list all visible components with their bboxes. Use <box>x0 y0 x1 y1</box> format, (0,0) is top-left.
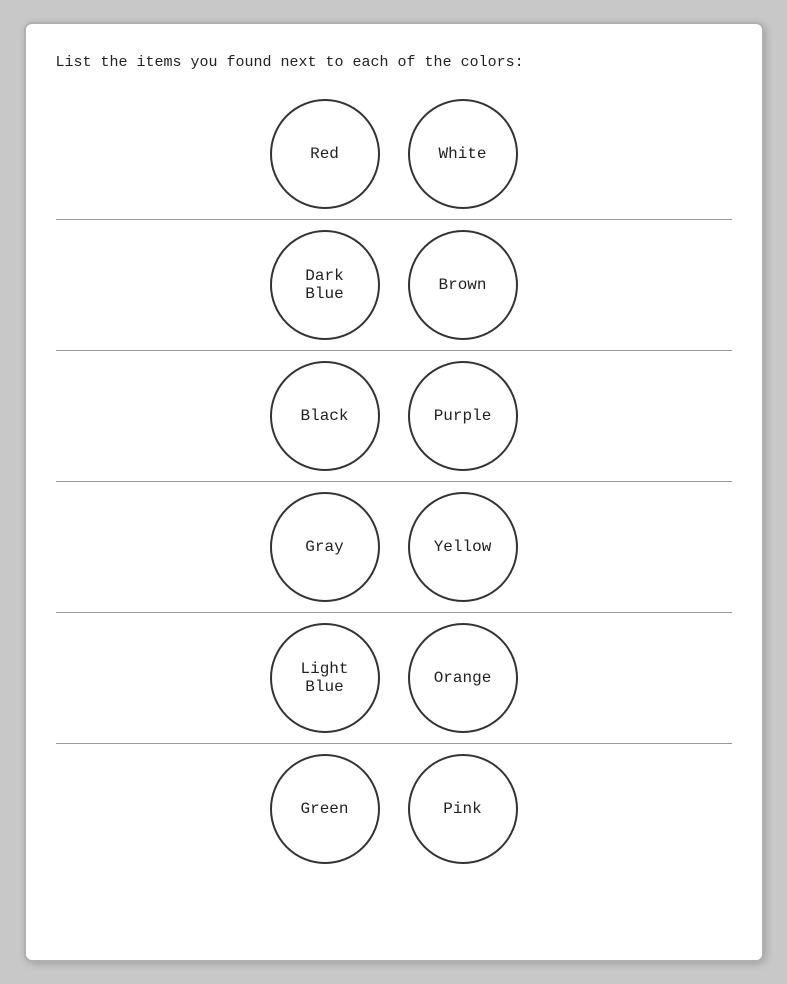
color-row-1: Red White <box>56 89 732 220</box>
color-row-6: Green Pink <box>56 744 732 874</box>
circle-red: Red <box>270 99 380 209</box>
circle-yellow: Yellow <box>408 492 518 602</box>
circle-pink: Pink <box>408 754 518 864</box>
circles-group-6: Green Pink <box>56 754 732 864</box>
color-row-3: Black Purple <box>56 351 732 482</box>
instruction-text: List the items you found next to each of… <box>56 54 732 71</box>
color-row-2: Dark Blue Brown <box>56 220 732 351</box>
circle-brown: Brown <box>408 230 518 340</box>
circles-group-2: Dark Blue Brown <box>56 230 732 340</box>
circle-orange: Orange <box>408 623 518 733</box>
circle-white: White <box>408 99 518 209</box>
circles-group-3: Black Purple <box>56 361 732 471</box>
circles-group-4: Gray Yellow <box>56 492 732 602</box>
circle-green: Green <box>270 754 380 864</box>
rows-container: Red White Dark Blue Brown Black Purple Gray Yel… <box>56 89 732 930</box>
circle-black: Black <box>270 361 380 471</box>
worksheet-page: List the items you found next to each of… <box>24 22 764 962</box>
circles-group-5: Light Blue Orange <box>56 623 732 733</box>
circle-dark-blue: Dark Blue <box>270 230 380 340</box>
color-row-4: Gray Yellow <box>56 482 732 613</box>
circle-purple: Purple <box>408 361 518 471</box>
color-row-5: Light Blue Orange <box>56 613 732 744</box>
circle-gray: Gray <box>270 492 380 602</box>
circles-group-1: Red White <box>56 99 732 209</box>
circle-light-blue: Light Blue <box>270 623 380 733</box>
